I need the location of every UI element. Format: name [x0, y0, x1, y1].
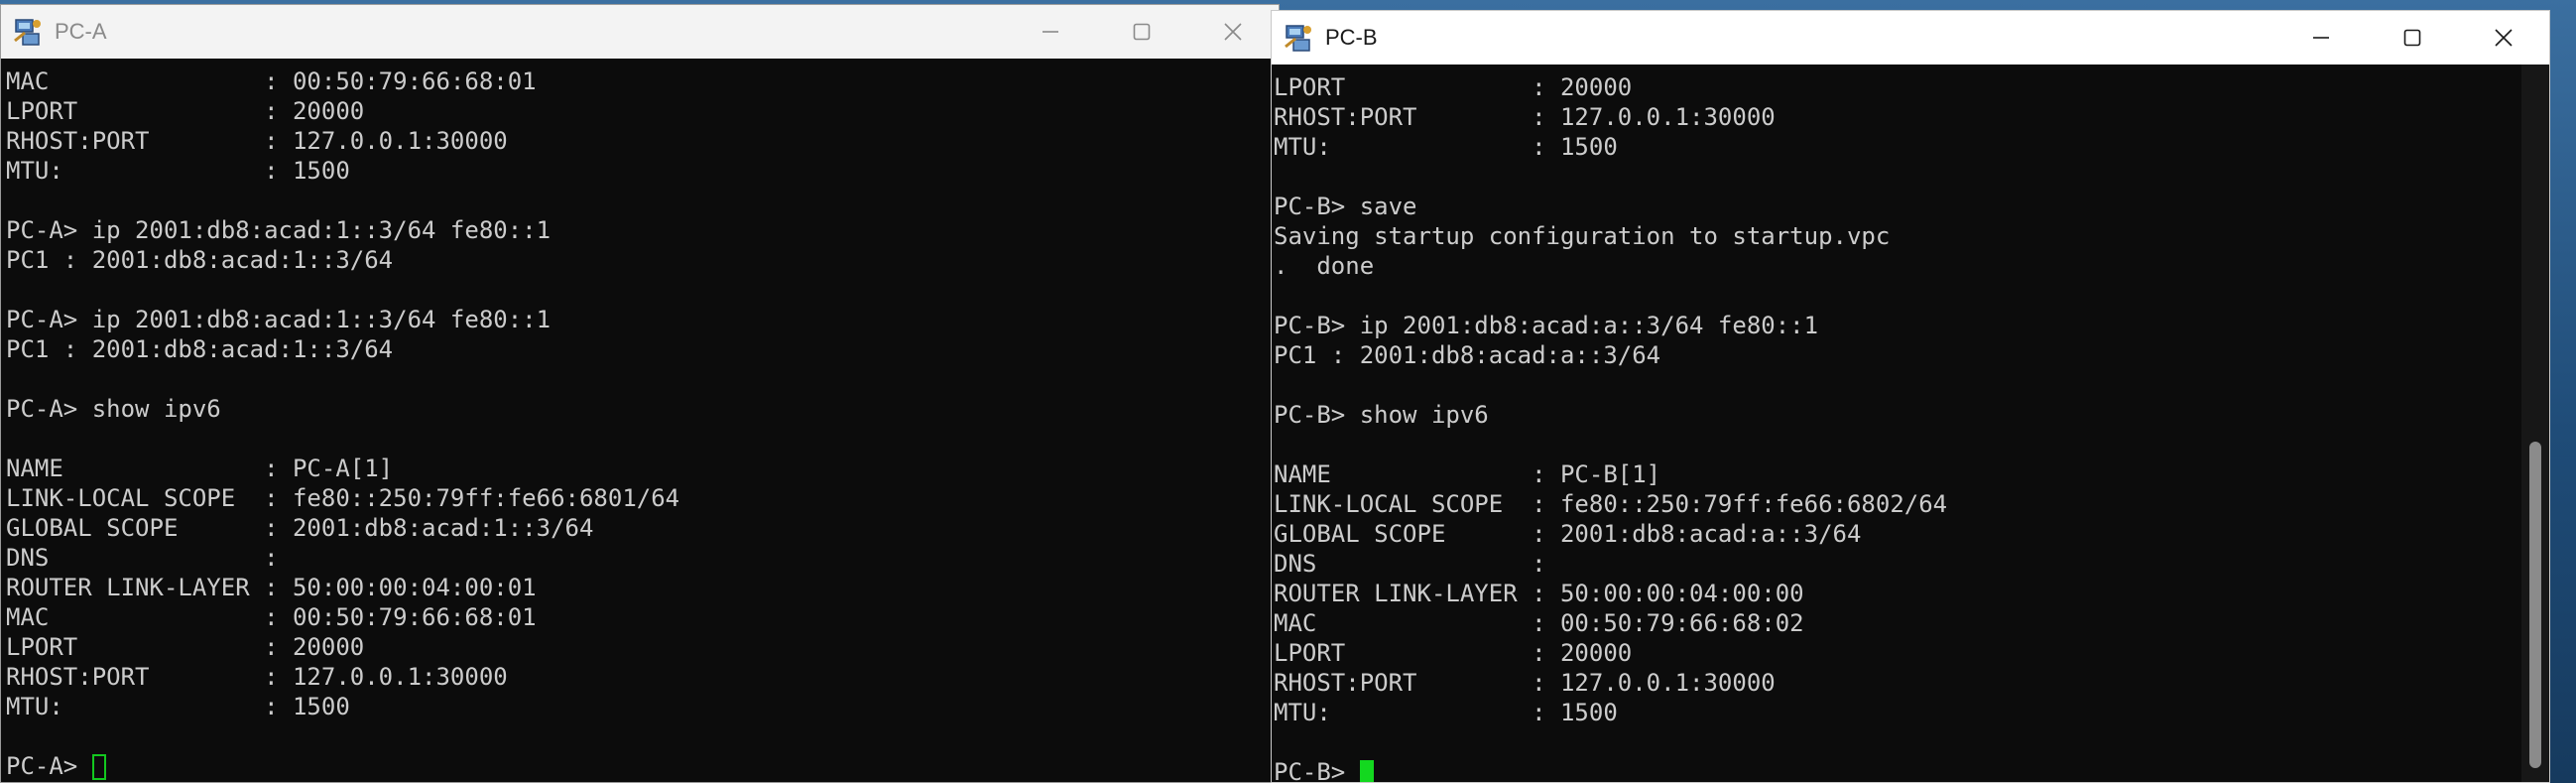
pc-a-close-button[interactable] [1187, 5, 1279, 59]
console-line: Saving startup configuration to startup.… [1274, 222, 1891, 250]
console-line: PC1 : 2001:db8:acad:a::3/64 [1274, 341, 1661, 369]
console-line: PC-B> ip 2001:db8:acad:a::3/64 fe80::1 [1274, 312, 1819, 339]
console-line: . done [1274, 252, 1375, 280]
pc-b-close-button[interactable] [2458, 11, 2549, 65]
console-line: PC-B> save [1274, 193, 1417, 220]
console-line: NAME : PC-B[1] [1274, 460, 1661, 488]
console-line: MTU: : 1500 [1274, 133, 1618, 161]
console-line: PC-B> show ipv6 [1274, 401, 1489, 429]
pc-b-console[interactable]: LPORT : 20000 RHOST:PORT : 127.0.0.1:3000… [1272, 65, 2549, 782]
console-line: LPORT : 20000 [6, 97, 365, 125]
pc-b-minimize-button[interactable] [2275, 11, 2367, 65]
console-line: LPORT : 20000 [6, 633, 365, 661]
pc-b-window-title: PC-B [1325, 25, 1378, 50]
console-line: MAC : 00:50:79:66:68:01 [6, 603, 537, 631]
console-line: MTU: : 1500 [1274, 699, 1618, 726]
console-line: GLOBAL SCOPE : 2001:db8:acad:1::3/64 [6, 514, 594, 542]
console-line: ROUTER LINK-LAYER : 50:00:00:04:00:00 [1274, 580, 1804, 607]
pc-b-scrollbar[interactable] [2521, 65, 2549, 782]
console-line: RHOST:PORT : 127.0.0.1:30000 [1274, 103, 1776, 131]
pc-a-title-bar[interactable]: PC-A [1, 5, 1279, 59]
console-prompt-line[interactable]: PC-B> [1274, 757, 2549, 782]
text-cursor [91, 754, 106, 780]
console-line: LPORT : 20000 [1274, 639, 1633, 667]
pc-b-maximize-button[interactable] [2367, 11, 2458, 65]
pc-b-title-bar[interactable]: PC-B [1272, 11, 2549, 65]
pc-a-minimize-button[interactable] [1005, 5, 1096, 59]
console-line: PC1 : 2001:db8:acad:1::3/64 [6, 246, 394, 274]
console-line: PC-A> ip 2001:db8:acad:1::3/64 fe80::1 [6, 306, 552, 333]
console-line: PC-A> ip 2001:db8:acad:1::3/64 fe80::1 [6, 216, 552, 244]
console-line: RHOST:PORT : 127.0.0.1:30000 [6, 663, 508, 691]
pc-b-window[interactable]: PC-B LPORT : 20000 RHOST:PORT : 127.0.0.1… [1271, 10, 2550, 783]
console-line: LPORT : 20000 [1274, 73, 1633, 101]
console-line: RHOST:PORT : 127.0.0.1:30000 [1274, 669, 1776, 697]
console-line: DNS : [6, 544, 279, 572]
pc-b-scrollbar-thumb[interactable] [2529, 442, 2541, 768]
pc-a-console[interactable]: MAC : 00:50:79:66:68:01 LPORT : 20000 RHOS… [1, 59, 1279, 782]
console-line: NAME : PC-A[1] [6, 455, 394, 482]
console-line: LINK-LOCAL SCOPE : fe80::250:79ff:fe66:6… [6, 484, 680, 512]
close-icon [1224, 23, 1242, 41]
maximize-icon [1133, 23, 1151, 41]
vpcs-network-icon [14, 19, 41, 46]
pc-a-window-title: PC-A [55, 19, 107, 44]
console-prompt: PC-A> [6, 752, 92, 780]
console-line: MAC : 00:50:79:66:68:02 [1274, 609, 1804, 637]
console-line: PC1 : 2001:db8:acad:1::3/64 [6, 335, 394, 363]
pc-a-maximize-button[interactable] [1096, 5, 1187, 59]
minimize-icon [2313, 37, 2329, 39]
vpcs-network-icon [1285, 25, 1311, 52]
pc-a-window[interactable]: PC-A MAC : 00:50:79:66:68:01 LPORT : 2000… [0, 4, 1280, 783]
console-prompt: PC-B> [1274, 758, 1360, 782]
console-line: GLOBAL SCOPE : 2001:db8:acad:a::3/64 [1274, 520, 1862, 548]
console-line: LINK-LOCAL SCOPE : fe80::250:79ff:fe66:6… [1274, 490, 1948, 518]
console-line: MAC : 00:50:79:66:68:01 [6, 67, 537, 95]
close-icon [2495, 29, 2513, 47]
console-line: DNS : [1274, 550, 1546, 578]
console-line: PC-A> show ipv6 [6, 395, 221, 423]
console-line: MTU: : 1500 [6, 157, 350, 185]
text-cursor [1359, 760, 1374, 782]
console-line: RHOST:PORT : 127.0.0.1:30000 [6, 127, 508, 155]
console-line: ROUTER LINK-LAYER : 50:00:00:04:00:01 [6, 574, 537, 601]
maximize-icon [2403, 29, 2421, 47]
minimize-icon [1043, 31, 1058, 33]
console-line: MTU: : 1500 [6, 693, 350, 720]
desktop-background: PC-A MAC : 00:50:79:66:68:01 LPORT : 2000… [0, 0, 2576, 783]
console-prompt-line[interactable]: PC-A> [6, 751, 1279, 781]
